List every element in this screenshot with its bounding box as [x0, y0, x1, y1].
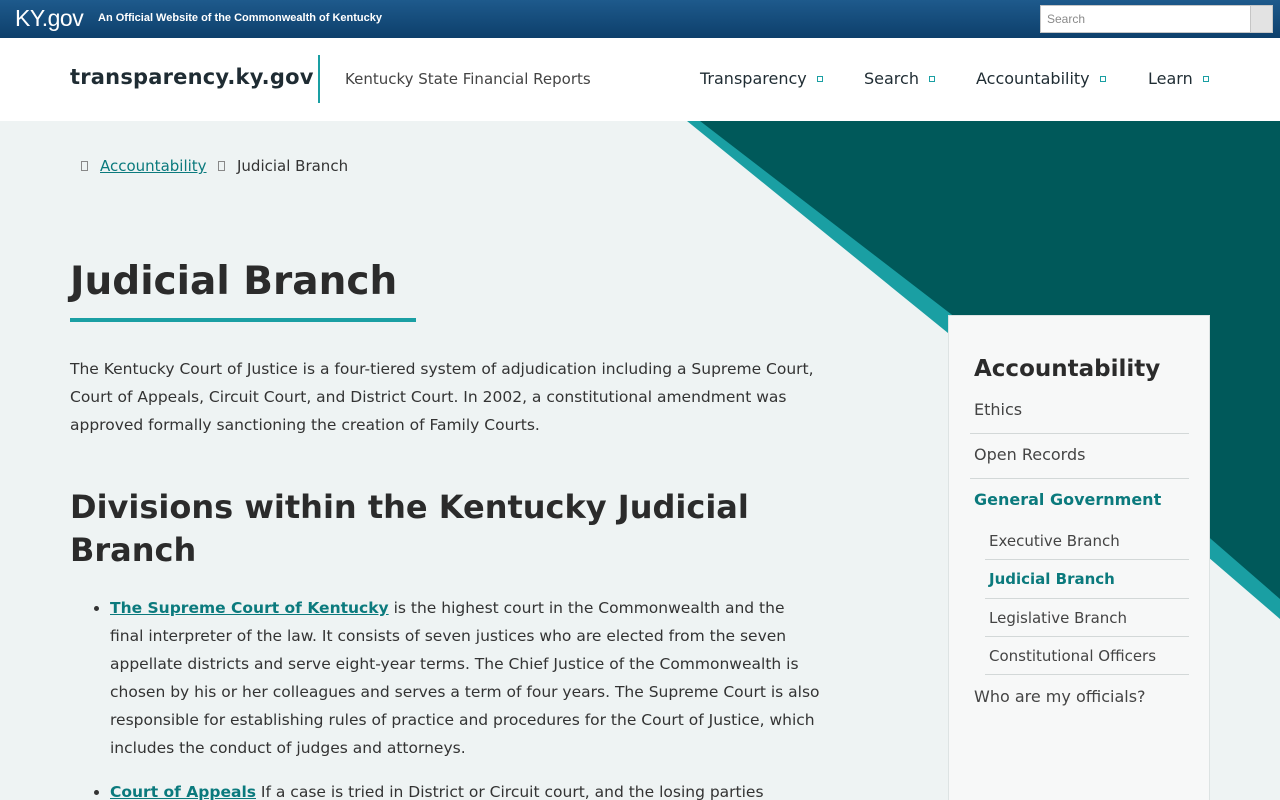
nav-search-label: Search [864, 69, 919, 88]
sidebar-item-who-are-my-officials[interactable]: Who are my officials? [970, 687, 1189, 717]
intro-paragraph: The Kentucky Court of Justice is a four-… [70, 360, 814, 434]
site-header: transparency.ky.gov Kentucky State Finan… [0, 38, 1280, 121]
sidebar-item-constitutional-officers[interactable]: Constitutional Officers [985, 647, 1189, 675]
nav-transparency[interactable]: Transparency [700, 69, 823, 88]
sidebar-item-legislative-branch[interactable]: Legislative Branch [985, 609, 1189, 637]
search-button[interactable] [1250, 6, 1272, 32]
list-item: Court of Appeals If a case is tried in D… [94, 778, 822, 800]
site-name-link[interactable]: transparency.ky.gov [70, 65, 314, 89]
list-item-text: If a case is tried in District or Circui… [256, 783, 764, 800]
breadcrumb: Accountability [81, 157, 207, 175]
sidebar-item-judicial-branch[interactable]: Judicial Branch [985, 570, 1189, 599]
breadcrumb-accountability[interactable]: Accountability [100, 157, 207, 175]
court-of-appeals-link[interactable]: Court of Appeals [110, 783, 256, 800]
page-title: Judicial Branch [70, 259, 398, 304]
chevron-down-icon [1099, 75, 1106, 82]
sidebar-title: Accountability [974, 356, 1161, 382]
nav-accountability[interactable]: Accountability [976, 69, 1106, 88]
nav-accountability-label: Accountability [976, 69, 1090, 88]
title-underline [70, 318, 416, 322]
sidebar-item-ethics[interactable]: Ethics [970, 400, 1189, 434]
kygov-search [1040, 5, 1273, 33]
chevron-right-icon [218, 161, 225, 171]
divisions-list: The Supreme Court of Kentucky is the hig… [94, 594, 822, 800]
chevron-down-icon [816, 75, 823, 82]
kygov-logo[interactable]: KY.gov [15, 5, 84, 32]
breadcrumb-current: Judicial Branch [237, 157, 349, 175]
kygov-topbar: KY.gov An Official Website of the Common… [0, 0, 1280, 38]
header-divider [318, 55, 320, 103]
sidebar-item-executive-branch[interactable]: Executive Branch [985, 532, 1189, 560]
chevron-down-icon [1202, 75, 1209, 82]
nav-learn-label: Learn [1148, 69, 1193, 88]
chevron-right-icon [81, 161, 88, 171]
nav-learn[interactable]: Learn [1148, 69, 1209, 88]
nav-search[interactable]: Search [864, 69, 935, 88]
section-heading: Divisions within the Kentucky Judicial B… [70, 488, 749, 569]
sidebar-nav: Accountability Ethics Open Records Gener… [948, 315, 1210, 800]
nav-transparency-label: Transparency [700, 69, 807, 88]
search-input[interactable] [1041, 6, 1249, 32]
supreme-court-link[interactable]: The Supreme Court of Kentucky [110, 599, 389, 617]
breadcrumb-current-wrap: Judicial Branch [218, 157, 348, 175]
sidebar-item-general-government[interactable]: General Government [970, 490, 1189, 520]
chevron-down-icon [928, 75, 935, 82]
sidebar-item-open-records[interactable]: Open Records [970, 445, 1189, 479]
list-item-text: is the highest court in the Commonwealth… [110, 599, 820, 757]
official-website-label: An Official Website of the Commonwealth … [98, 12, 382, 24]
list-item: The Supreme Court of Kentucky is the hig… [94, 594, 822, 762]
site-subtitle: Kentucky State Financial Reports [345, 70, 591, 88]
